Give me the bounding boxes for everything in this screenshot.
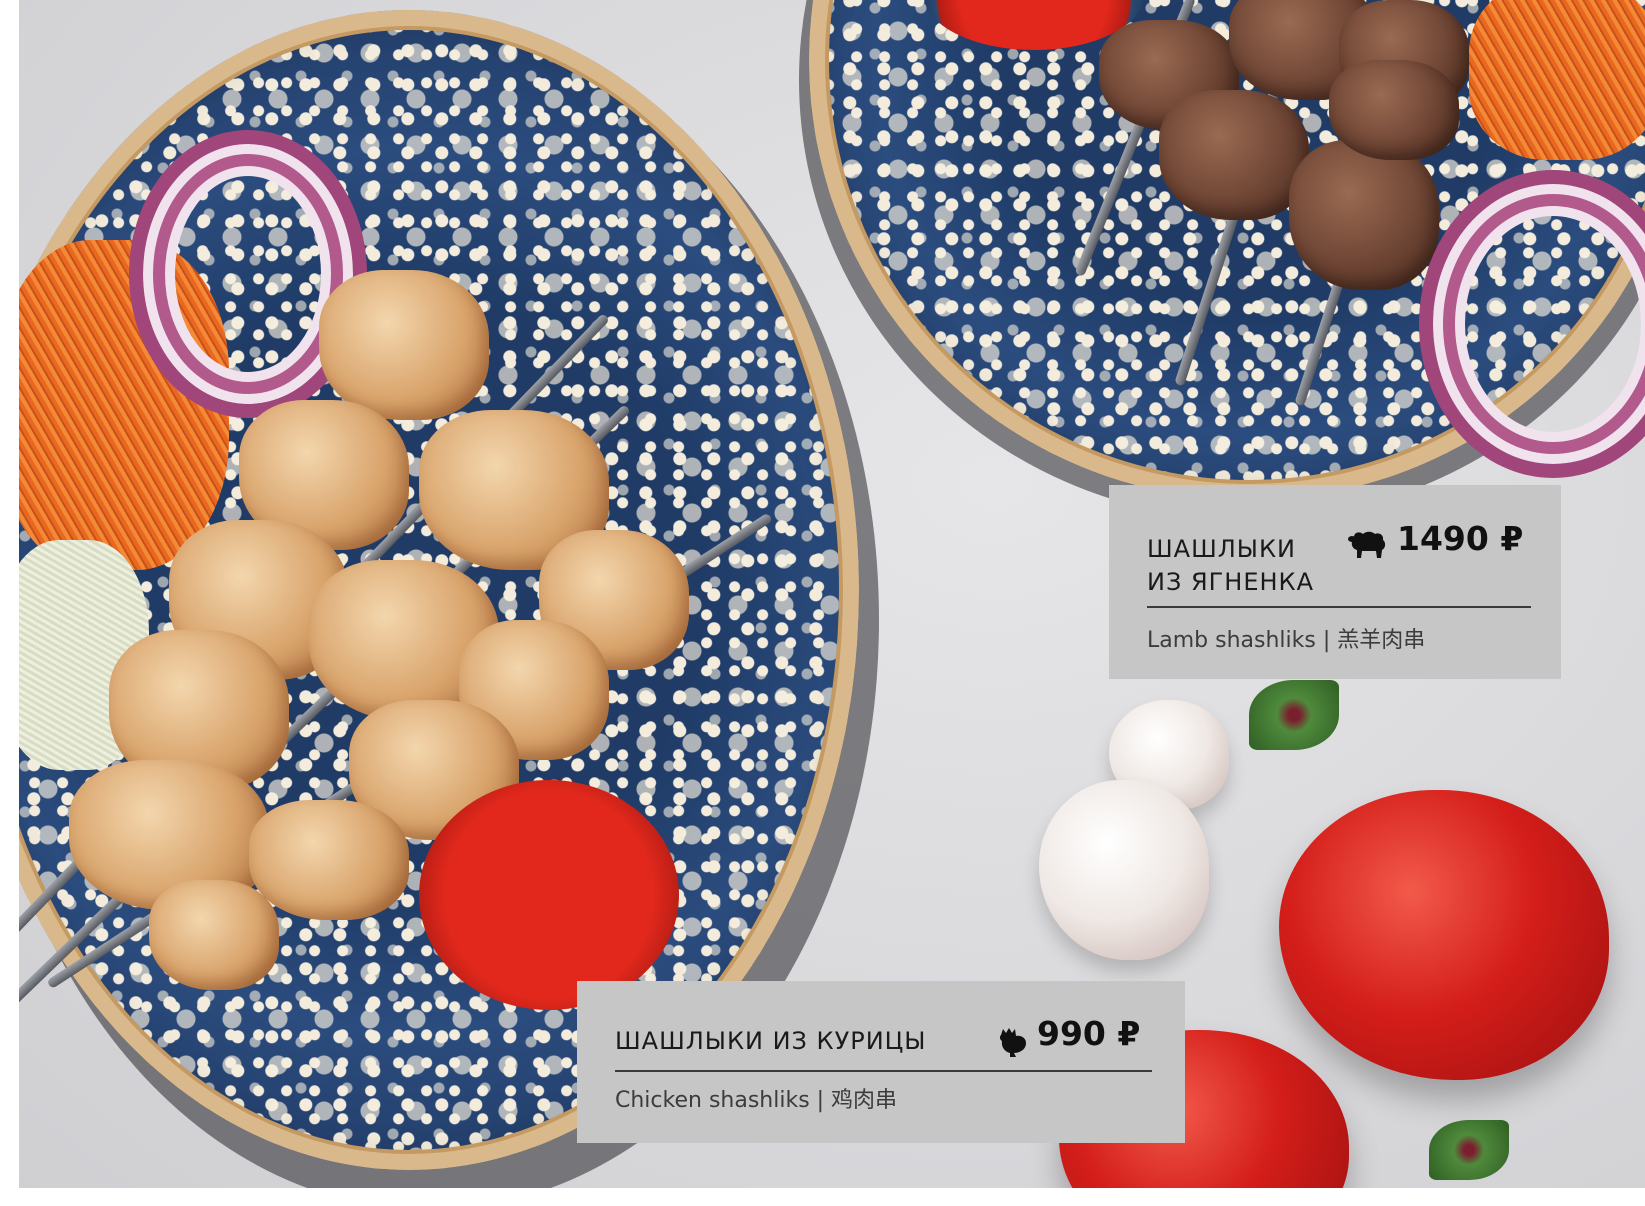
- page-margin: [0, 0, 19, 1206]
- carrot-salad: [1469, 0, 1645, 160]
- dish-translation: Lamb shashliks | 羔羊肉串: [1147, 628, 1426, 653]
- dish-price: 1490 ₽: [1397, 519, 1524, 558]
- dish-name-line1: ШАШЛЫКИ: [1147, 535, 1296, 563]
- chicken-piece: [149, 880, 279, 990]
- chicken-icon: [999, 1028, 1026, 1057]
- lamb-piece: [1289, 140, 1439, 290]
- sheep-icon: [1348, 531, 1386, 558]
- garlic-bulb: [1039, 780, 1209, 960]
- menu-card-lamb: ШАШЛЫКИ ИЗ ЯГНЕНКА 1490 ₽ Lamb shashliks…: [1109, 485, 1561, 679]
- lamb-piece: [1329, 60, 1459, 160]
- dish-name: ШАШЛЫКИ ИЗ ЯГНЕНКА: [1147, 533, 1314, 599]
- microgreen-leaf: [1249, 680, 1339, 750]
- lamb-piece: [1159, 90, 1309, 220]
- chicken-piece: [249, 800, 409, 920]
- menu-card-chicken: ШАШЛЫКИ ИЗ КУРИЦЫ 990 ₽ Chicken shashlik…: [577, 981, 1185, 1143]
- microgreen-leaf: [1429, 1120, 1509, 1180]
- dish-price: 990 ₽: [1037, 1014, 1141, 1053]
- tomato: [1279, 790, 1609, 1080]
- divider: [615, 1070, 1152, 1072]
- chicken-piece: [319, 270, 489, 420]
- divider: [1147, 606, 1531, 608]
- dish-name: ШАШЛЫКИ ИЗ КУРИЦЫ: [615, 1027, 927, 1055]
- sauce-bowl: [419, 780, 679, 1010]
- dish-name-line2: ИЗ ЯГНЕНКА: [1147, 568, 1314, 596]
- dish-translation: Chicken shashliks | 鸡肉串: [615, 1088, 898, 1113]
- page-margin: [0, 1188, 1645, 1206]
